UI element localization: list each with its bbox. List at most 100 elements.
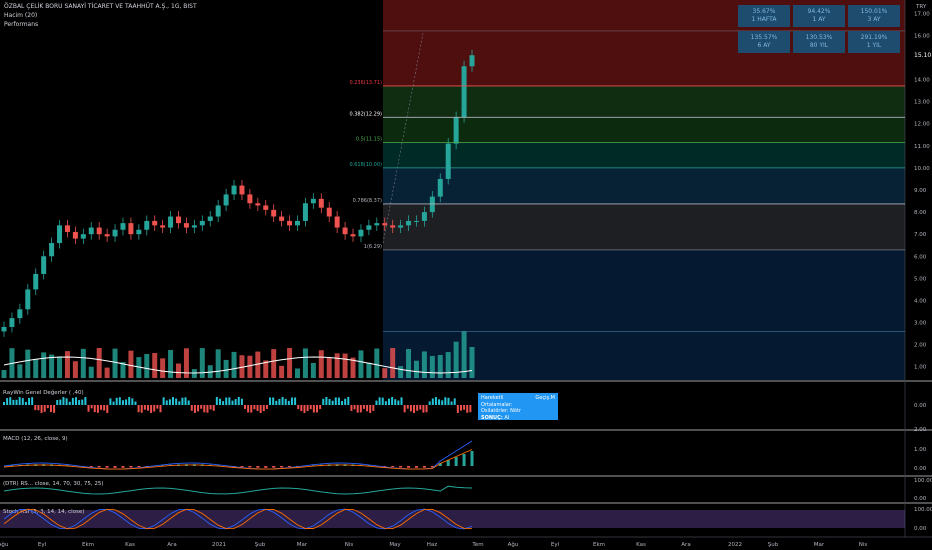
fib-label: 0.236(13.71) bbox=[349, 80, 382, 86]
volume-bar bbox=[294, 368, 300, 378]
price-tick: 5.00 bbox=[914, 276, 927, 282]
raywin-bar bbox=[203, 405, 206, 413]
candle-body bbox=[445, 143, 451, 179]
candle-body bbox=[326, 207, 332, 217]
raywin-bar bbox=[441, 400, 444, 405]
candle-body bbox=[287, 220, 293, 226]
raywin-bar bbox=[319, 405, 322, 410]
raywin-bar bbox=[356, 405, 359, 413]
raywin-bar bbox=[378, 397, 381, 405]
volume-bar bbox=[390, 348, 396, 378]
result-label: SONUÇ: bbox=[481, 414, 503, 421]
volume-bar bbox=[366, 362, 372, 378]
price-tick: 3.00 bbox=[914, 321, 927, 327]
raywin-bar bbox=[369, 405, 372, 413]
candle-body bbox=[144, 220, 150, 230]
candle-body bbox=[191, 225, 197, 228]
raywin-bar bbox=[234, 399, 237, 405]
candle-body bbox=[310, 198, 316, 204]
raywin-bar bbox=[84, 397, 87, 405]
candle-body bbox=[421, 212, 427, 221]
volume-bar bbox=[183, 348, 189, 378]
signal-summary-box: Hareketli Ortalamalar: Geçiş.M Osilatörle… bbox=[478, 393, 558, 421]
candle-body bbox=[453, 117, 459, 144]
raywin-bar bbox=[125, 399, 128, 405]
candle-body bbox=[318, 198, 324, 208]
volume-bar bbox=[88, 366, 94, 378]
raywin-bar bbox=[269, 397, 272, 405]
volume-bar bbox=[160, 358, 166, 378]
raywin-bar bbox=[469, 405, 472, 413]
volume-bar bbox=[302, 348, 308, 378]
dtr-tick: 0.00 bbox=[914, 496, 927, 502]
raywin-bar bbox=[347, 397, 350, 405]
fib-zone bbox=[383, 249, 905, 380]
raywin-bar bbox=[150, 405, 153, 413]
macd-hist bbox=[288, 466, 292, 467]
raywin-bar bbox=[459, 405, 462, 411]
raywin-bar bbox=[344, 398, 347, 405]
raywin-bar bbox=[153, 405, 156, 412]
raywin-bar bbox=[162, 397, 165, 405]
candle-body bbox=[112, 229, 118, 237]
raywin-bar bbox=[303, 405, 306, 413]
volume-bar bbox=[445, 352, 451, 378]
candle-body bbox=[406, 220, 412, 226]
volume-bar bbox=[374, 348, 380, 378]
volume-bar bbox=[17, 364, 23, 378]
raywin-bar bbox=[325, 397, 328, 405]
raywin-bar bbox=[306, 405, 309, 412]
volume-bar bbox=[57, 356, 63, 378]
candle-body bbox=[88, 227, 94, 235]
raywin-bar bbox=[103, 405, 106, 411]
raywin-bar bbox=[240, 398, 243, 405]
price-chart[interactable]: 0.236(13.71) 0.382(12.29) 0.5(11.15) 0.618(… bbox=[0, 0, 932, 550]
dtr-title: (DTR) RS... close, 14, 70, 30, 75, 25) bbox=[3, 481, 104, 487]
volume-bar bbox=[176, 363, 182, 378]
fib-label: 0.5(11.15) bbox=[356, 137, 382, 143]
raywin-bar bbox=[287, 400, 290, 405]
candle-body bbox=[9, 318, 15, 327]
candle-body bbox=[358, 229, 364, 237]
raywin-bar bbox=[419, 405, 422, 410]
time-axis-label: Şub bbox=[768, 542, 779, 548]
candle-body bbox=[33, 273, 39, 290]
raywin-bar bbox=[337, 397, 340, 405]
volume-bar bbox=[437, 355, 443, 378]
volume-bar bbox=[398, 366, 404, 378]
candle-body bbox=[57, 225, 63, 244]
fib-zone bbox=[383, 203, 905, 250]
macd-hist bbox=[240, 466, 244, 467]
raywin-bar bbox=[128, 397, 131, 405]
volume-bar bbox=[41, 352, 47, 378]
raywin-bar bbox=[18, 397, 21, 405]
raywin-bar bbox=[394, 399, 397, 405]
candle-body bbox=[294, 220, 300, 226]
candle-body bbox=[366, 225, 372, 230]
raywin-bar bbox=[406, 405, 409, 409]
raywin-bar bbox=[300, 405, 303, 412]
volume-legend[interactable]: Hacim (20) bbox=[4, 12, 37, 20]
performance-legend[interactable]: Performans bbox=[4, 21, 38, 29]
volume-bar bbox=[382, 368, 388, 378]
raywin-bar bbox=[12, 399, 15, 405]
raywin-bar bbox=[28, 398, 31, 405]
macd-hist bbox=[105, 466, 109, 468]
macd-hist bbox=[272, 466, 276, 468]
raywin-bar bbox=[350, 405, 353, 411]
currency-label: TRY bbox=[915, 4, 927, 10]
raywin-bar bbox=[416, 405, 419, 411]
volume-bar bbox=[112, 348, 118, 378]
volume-bar bbox=[406, 349, 412, 378]
volume-bar bbox=[413, 360, 419, 378]
macd-hist bbox=[137, 466, 141, 468]
macd-hist bbox=[422, 466, 426, 468]
raywin-bar bbox=[422, 405, 425, 413]
raywin-bar bbox=[53, 405, 56, 413]
raywin-bar bbox=[312, 405, 315, 413]
fib-label: 0.618(10.00) bbox=[349, 162, 382, 168]
raywin-bar bbox=[143, 405, 146, 410]
raywin-bar bbox=[200, 405, 203, 409]
candle-body bbox=[207, 216, 213, 221]
volume-bar bbox=[72, 361, 78, 378]
